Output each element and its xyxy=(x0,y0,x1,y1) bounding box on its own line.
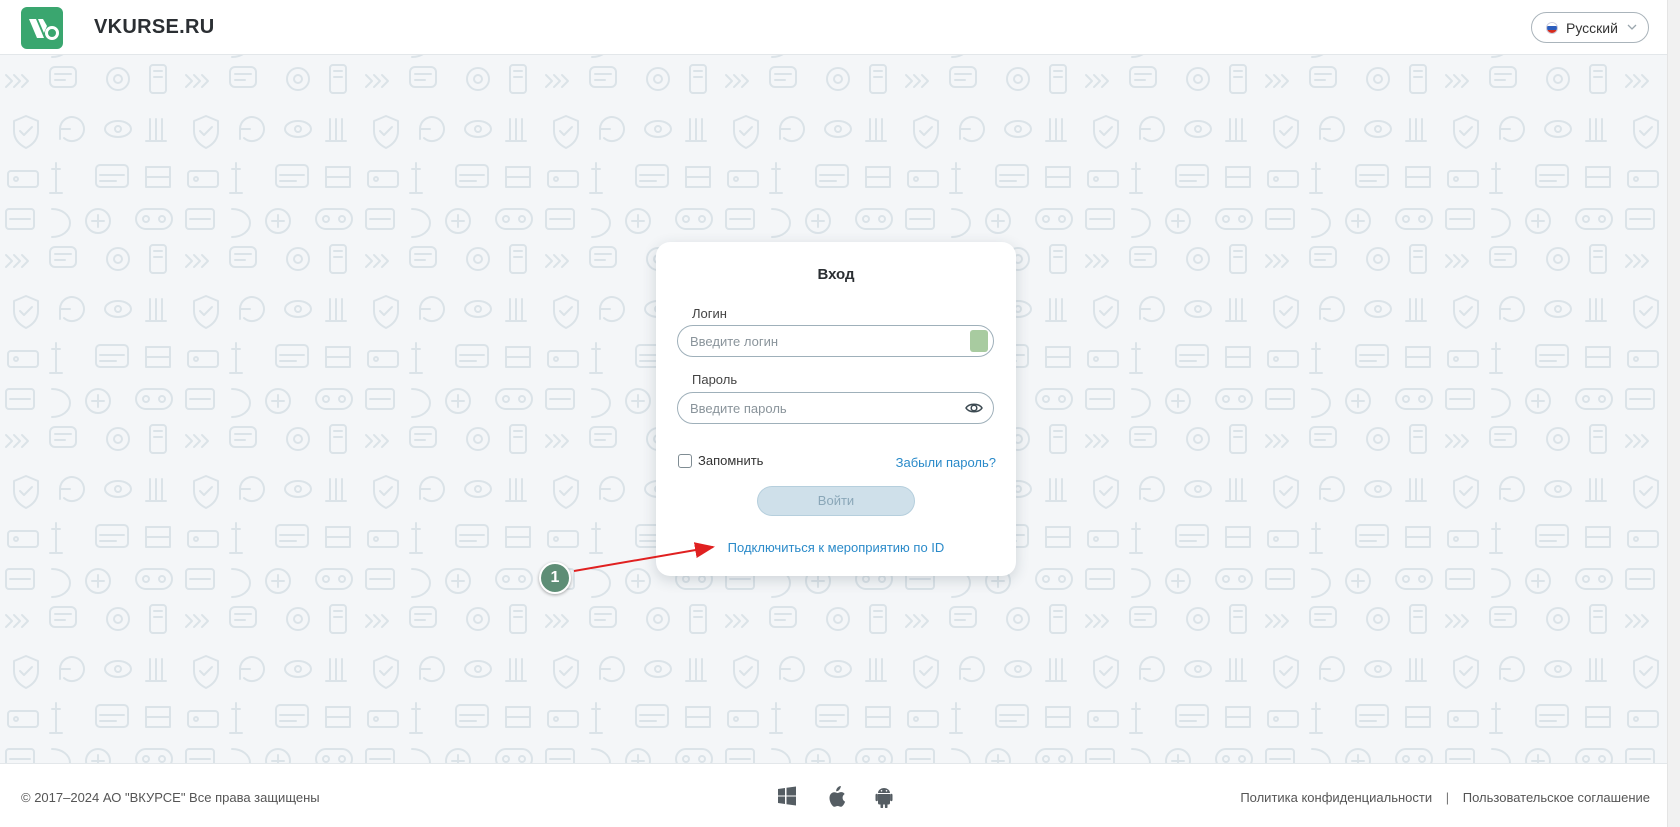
footer-separator: | xyxy=(1445,790,1450,805)
russia-flag-icon xyxy=(1546,22,1558,34)
android-icon[interactable] xyxy=(874,786,894,808)
forgot-password-link[interactable]: Забыли пароль? xyxy=(896,455,996,470)
brand-name[interactable]: VKURSE.RU xyxy=(94,16,215,39)
annotation-badge: 1 xyxy=(539,562,571,594)
user-agreement-link[interactable]: Пользовательское соглашение xyxy=(1463,790,1650,805)
chevron-down-icon xyxy=(1627,24,1637,30)
password-manager-icon[interactable] xyxy=(970,330,988,352)
windows-icon[interactable] xyxy=(777,786,797,806)
language-select[interactable]: Русский xyxy=(1531,12,1649,43)
privacy-policy-link[interactable]: Политика конфиденциальности xyxy=(1240,790,1432,805)
apple-icon[interactable] xyxy=(826,786,846,808)
login-label: Логин xyxy=(692,306,727,321)
password-input[interactable] xyxy=(677,392,994,424)
remember-label[interactable]: Запомнить xyxy=(698,453,763,468)
join-event-by-id-link[interactable]: Подключиться к мероприятию по ID xyxy=(656,540,1016,555)
language-label: Русский xyxy=(1566,20,1618,36)
page-footer: © 2017–2024 АО "ВКУРСЕ" Все права защище… xyxy=(0,763,1667,827)
login-card: Вход Логин Пароль Запомнить Забыли парол… xyxy=(656,242,1016,576)
copyright-text: © 2017–2024 АО "ВКУРСЕ" Все права защище… xyxy=(21,790,320,805)
password-label: Пароль xyxy=(692,372,738,387)
remember-checkbox[interactable] xyxy=(678,454,692,468)
show-password-eye-icon[interactable] xyxy=(965,399,983,417)
top-header: VKURSE.RU Русский xyxy=(0,0,1680,55)
footer-links: Политика конфиденциальности | Пользовате… xyxy=(1240,790,1650,805)
login-title: Вход xyxy=(817,266,855,283)
vkurse-logo-icon[interactable] xyxy=(21,7,63,49)
login-button[interactable]: Войти xyxy=(757,486,915,516)
page-scrollbar[interactable] xyxy=(1667,0,1680,827)
login-input[interactable] xyxy=(677,325,994,357)
